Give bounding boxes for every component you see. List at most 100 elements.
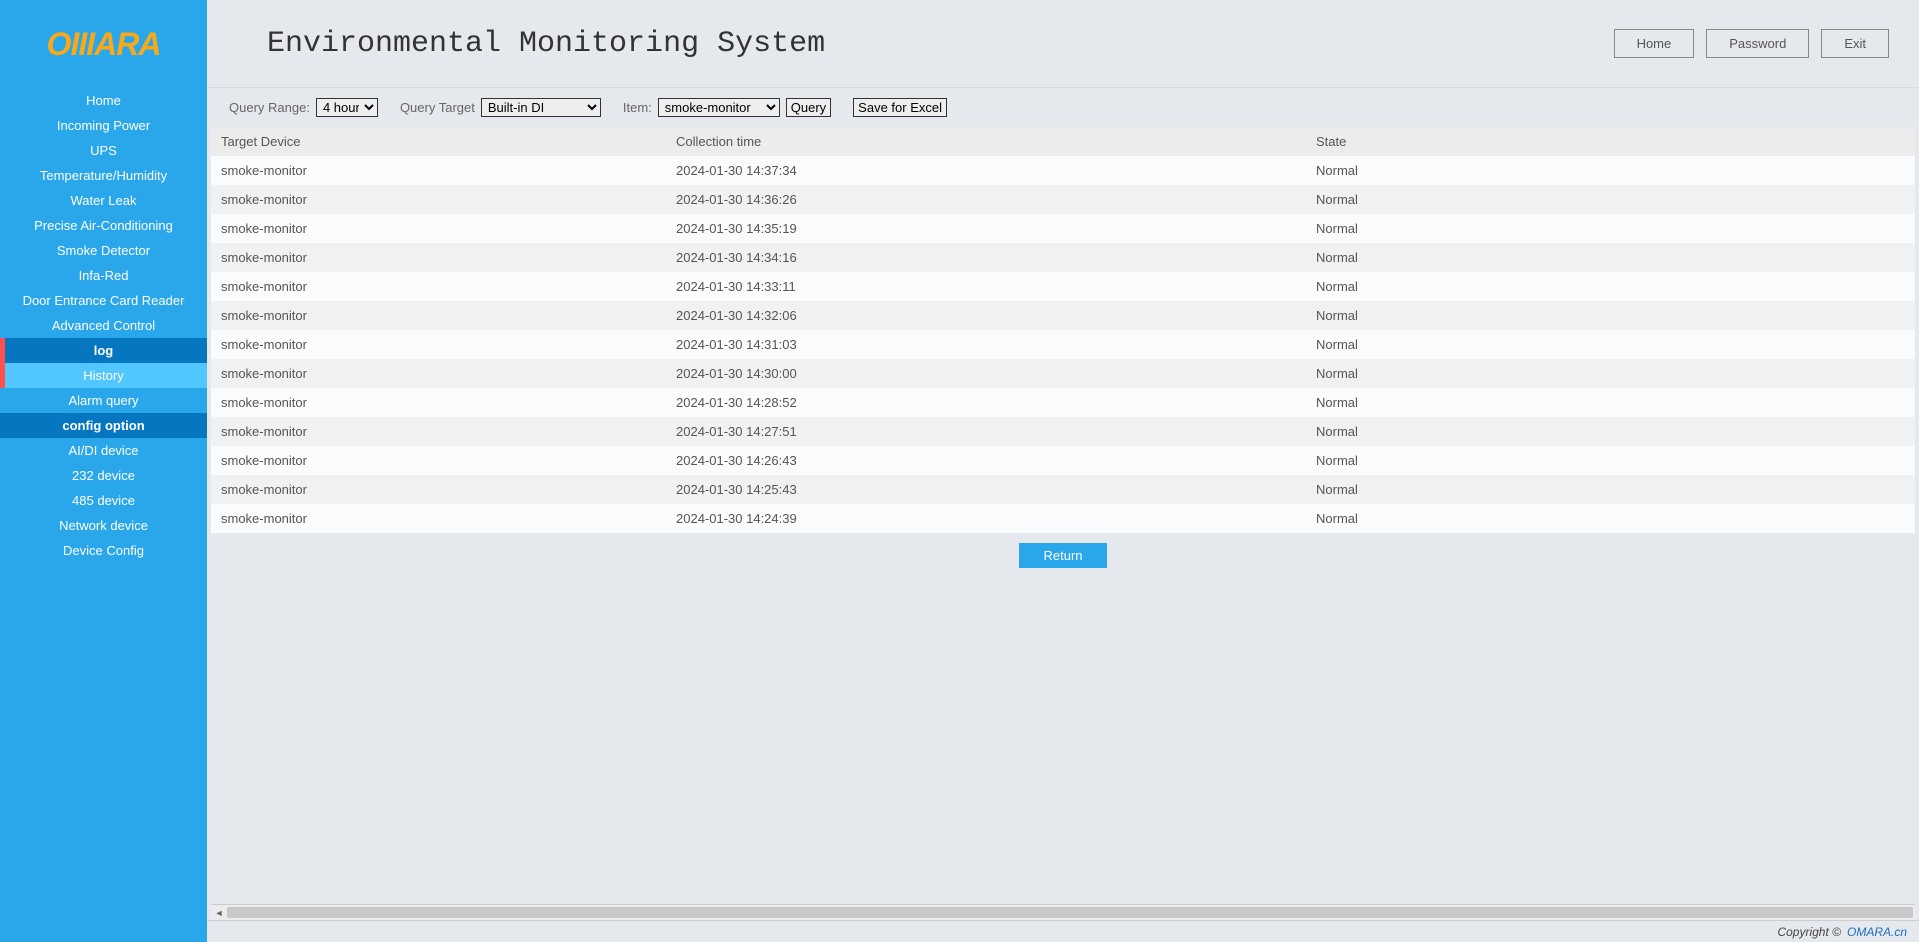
query-item-select[interactable]: smoke-monitor [658, 98, 780, 117]
cell-time: 2024-01-30 14:31:03 [666, 330, 1306, 359]
table-row: smoke-monitor2024-01-30 14:32:06Normal [211, 301, 1915, 330]
query-button[interactable]: Query [786, 98, 831, 117]
cell-time: 2024-01-30 14:36:26 [666, 185, 1306, 214]
scroll-thumb[interactable] [227, 907, 1913, 918]
sidebar-item-incoming-power[interactable]: Incoming Power [0, 113, 207, 138]
copyright-text: Copyright © [1777, 925, 1841, 939]
query-target-label: Query Target [400, 100, 475, 115]
logo: OIIIARA [47, 26, 161, 63]
sidebar-item-label: Infa-Red [79, 268, 129, 283]
sidebar-item-config-option[interactable]: config option [0, 413, 207, 438]
sidebar-item-network-device[interactable]: Network device [0, 513, 207, 538]
password-button[interactable]: Password [1706, 29, 1809, 58]
logo-area: OIIIARA [0, 0, 207, 88]
cell-time: 2024-01-30 14:37:34 [666, 156, 1306, 185]
cell-state: Normal [1306, 388, 1915, 417]
cell-device: smoke-monitor [211, 156, 666, 185]
cell-time: 2024-01-30 14:35:19 [666, 214, 1306, 243]
sidebar-item-home[interactable]: Home [0, 88, 207, 113]
cell-time: 2024-01-30 14:25:43 [666, 475, 1306, 504]
cell-time: 2024-01-30 14:27:51 [666, 417, 1306, 446]
save-excel-button[interactable]: Save for Excel [853, 98, 947, 117]
sidebar-item-label: Incoming Power [57, 118, 150, 133]
col-header-time: Collection time [666, 127, 1306, 156]
query-bar: Query Range: 4 hours Query Target Built-… [211, 88, 1915, 127]
sidebar-item-door-entrance-card-reader[interactable]: Door Entrance Card Reader [0, 288, 207, 313]
cell-state: Normal [1306, 504, 1915, 533]
cell-device: smoke-monitor [211, 185, 666, 214]
header-buttons: Home Password Exit [1614, 29, 1889, 58]
sidebar-item-ups[interactable]: UPS [0, 138, 207, 163]
table-row: smoke-monitor2024-01-30 14:36:26Normal [211, 185, 1915, 214]
query-target-select[interactable]: Built-in DI [481, 98, 601, 117]
table-row: smoke-monitor2024-01-30 14:26:43Normal [211, 446, 1915, 475]
sidebar-item-label: Advanced Control [52, 318, 155, 333]
exit-button[interactable]: Exit [1821, 29, 1889, 58]
sidebar-item-label: Network device [59, 518, 148, 533]
active-indicator [0, 363, 5, 388]
cell-time: 2024-01-30 14:26:43 [666, 446, 1306, 475]
table-row: smoke-monitor2024-01-30 14:33:11Normal [211, 272, 1915, 301]
sidebar-item-advanced-control[interactable]: Advanced Control [0, 313, 207, 338]
header: Environmental Monitoring System Home Pas… [207, 0, 1919, 88]
table-row: smoke-monitor2024-01-30 14:31:03Normal [211, 330, 1915, 359]
cell-time: 2024-01-30 14:28:52 [666, 388, 1306, 417]
return-button[interactable]: Return [1019, 543, 1106, 568]
main: Environmental Monitoring System Home Pas… [207, 0, 1919, 942]
cell-time: 2024-01-30 14:32:06 [666, 301, 1306, 330]
query-item-label: Item: [623, 100, 652, 115]
sidebar-item-label: Temperature/Humidity [40, 168, 167, 183]
table-row: smoke-monitor2024-01-30 14:24:39Normal [211, 504, 1915, 533]
sidebar: OIIIARA Home Incoming Power UPS Temperature… [0, 0, 207, 942]
nav: Home Incoming Power UPS Temperature/Humidit… [0, 88, 207, 942]
table-row: smoke-monitor2024-01-30 14:35:19Normal [211, 214, 1915, 243]
cell-state: Normal [1306, 214, 1915, 243]
sidebar-item-infa-red[interactable]: Infa-Red [0, 263, 207, 288]
table-row: smoke-monitor2024-01-30 14:34:16Normal [211, 243, 1915, 272]
horizontal-scrollbar[interactable]: ◄ [211, 904, 1915, 920]
cell-device: smoke-monitor [211, 214, 666, 243]
cell-state: Normal [1306, 330, 1915, 359]
table-scroll[interactable]: Target Device Collection time State smok… [211, 127, 1915, 537]
sidebar-item-water-leak[interactable]: Water Leak [0, 188, 207, 213]
home-button[interactable]: Home [1614, 29, 1695, 58]
query-range-label: Query Range: [229, 100, 310, 115]
page-title: Environmental Monitoring System [267, 27, 1614, 61]
cell-device: smoke-monitor [211, 330, 666, 359]
sidebar-item-smoke-detector[interactable]: Smoke Detector [0, 238, 207, 263]
sidebar-item-device-config[interactable]: Device Config [0, 538, 207, 563]
sidebar-item-label: Precise Air-Conditioning [34, 218, 173, 233]
cell-device: smoke-monitor [211, 359, 666, 388]
query-range-select[interactable]: 4 hours [316, 98, 378, 117]
cell-time: 2024-01-30 14:30:00 [666, 359, 1306, 388]
cell-device: smoke-monitor [211, 417, 666, 446]
sidebar-item-label: History [83, 368, 123, 383]
sidebar-item-alarm-query[interactable]: Alarm query [0, 388, 207, 413]
sidebar-item-temperature-humidity[interactable]: Temperature/Humidity [0, 163, 207, 188]
sidebar-item-log[interactable]: log [0, 338, 207, 363]
content: Query Range: 4 hours Query Target Built-… [207, 88, 1919, 920]
footer-link[interactable]: OMARA.cn [1847, 925, 1907, 939]
sidebar-item-ai-di-device[interactable]: AI/DI device [0, 438, 207, 463]
sidebar-item-485-device[interactable]: 485 device [0, 488, 207, 513]
cell-device: smoke-monitor [211, 243, 666, 272]
cell-state: Normal [1306, 301, 1915, 330]
sidebar-item-label: 485 device [72, 493, 135, 508]
footer: Copyright © OMARA.cn [207, 920, 1919, 942]
cell-time: 2024-01-30 14:33:11 [666, 272, 1306, 301]
table-row: smoke-monitor2024-01-30 14:27:51Normal [211, 417, 1915, 446]
sidebar-item-232-device[interactable]: 232 device [0, 463, 207, 488]
return-row: Return [211, 537, 1915, 574]
cell-state: Normal [1306, 417, 1915, 446]
cell-device: smoke-monitor [211, 446, 666, 475]
sidebar-item-label: Device Config [63, 543, 144, 558]
sidebar-item-label: Door Entrance Card Reader [23, 293, 185, 308]
table-row: smoke-monitor2024-01-30 14:37:34Normal [211, 156, 1915, 185]
sidebar-item-history[interactable]: History [0, 363, 207, 388]
scroll-left-arrow-icon[interactable]: ◄ [213, 905, 225, 920]
sidebar-item-precise-air-conditioning[interactable]: Precise Air-Conditioning [0, 213, 207, 238]
cell-state: Normal [1306, 272, 1915, 301]
cell-state: Normal [1306, 185, 1915, 214]
sidebar-item-label: UPS [90, 143, 117, 158]
table-row: smoke-monitor2024-01-30 14:25:43Normal [211, 475, 1915, 504]
